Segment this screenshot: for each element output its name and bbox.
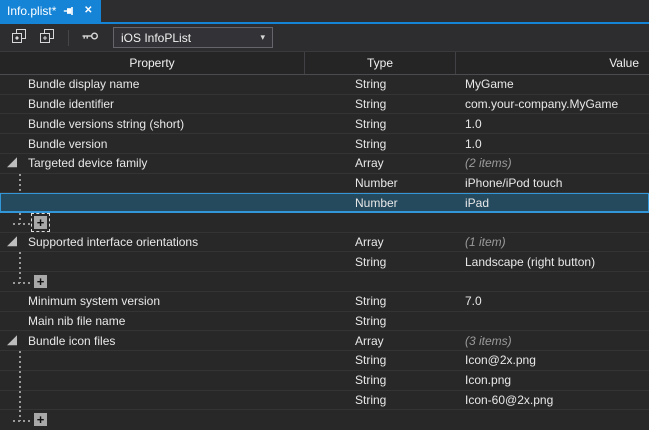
plist-row[interactable]: Bundle version String 1.0: [0, 134, 649, 154]
show-keys-button[interactable]: [79, 27, 101, 49]
tree-dotted-line: [19, 391, 21, 410]
plist-row[interactable]: Main nib file name String: [0, 312, 649, 332]
type-cell: String: [355, 77, 386, 91]
type-cell: String: [355, 373, 386, 387]
value-cell: Landscape (right button): [465, 255, 595, 269]
property-cell: Bundle identifier: [28, 97, 114, 111]
add-item-button[interactable]: +: [34, 275, 47, 288]
property-cell: Bundle version: [28, 137, 107, 151]
toolbar-separator: [68, 30, 69, 46]
plist-row[interactable]: Targeted device family Array (2 items): [0, 154, 649, 174]
plist-row[interactable]: Bundle icon files Array (3 items): [0, 331, 649, 351]
property-cell: Bundle display name: [28, 77, 139, 91]
value-cell: (3 items): [465, 334, 512, 348]
plist-row[interactable]: Supported interface orientations Array (1 …: [0, 233, 649, 253]
type-cell: String: [355, 117, 386, 131]
add-child-entry-button[interactable]: [36, 27, 58, 49]
tab-info-plist[interactable]: Info.plist* ✕: [0, 0, 101, 22]
property-cell: Targeted device family: [28, 156, 147, 170]
type-cell: String: [355, 255, 386, 269]
tree-dotted-line: [13, 420, 33, 422]
add-entry-row[interactable]: +: [0, 213, 649, 233]
type-cell: Array: [355, 156, 384, 170]
grid-header: Property Type Value: [0, 51, 649, 75]
chevron-down-icon: ▾: [260, 32, 265, 43]
plist-row[interactable]: String Icon-60@2x.png: [0, 391, 649, 411]
tree-dotted-line: [19, 174, 21, 193]
value-cell: 1.0: [465, 117, 482, 131]
expander-triangle-icon[interactable]: [7, 335, 17, 345]
add-entry-row[interactable]: +: [0, 410, 649, 430]
type-cell: String: [355, 353, 386, 367]
editor-mode-dropdown[interactable]: iOS InfoPList ▾: [113, 27, 273, 48]
expander-triangle-icon[interactable]: [7, 157, 17, 167]
type-cell: String: [355, 294, 386, 308]
toolbar: iOS InfoPList ▾: [0, 24, 649, 51]
type-cell: Number: [355, 196, 398, 210]
value-cell: iPhone/iPod touch: [465, 176, 562, 190]
value-cell: com.your-company.MyGame: [465, 97, 618, 111]
add-item-button[interactable]: +: [34, 216, 47, 229]
property-cell: Minimum system version: [28, 294, 160, 308]
column-header-property[interactable]: Property: [0, 52, 305, 74]
add-entry-button[interactable]: [8, 27, 30, 49]
value-cell: Icon-60@2x.png: [465, 393, 553, 407]
value-cell: iPad: [465, 196, 489, 210]
plist-row[interactable]: Bundle display name String MyGame: [0, 75, 649, 95]
editor-mode-value: iOS InfoPList: [121, 31, 191, 45]
plist-row[interactable]: Bundle versions string (short) String 1.0: [0, 114, 649, 134]
value-cell: 7.0: [465, 294, 482, 308]
tree-dotted-line: [19, 351, 21, 370]
type-cell: Array: [355, 235, 384, 249]
plist-row[interactable]: Number iPad: [0, 193, 649, 213]
value-cell: Icon.png: [465, 373, 511, 387]
cascade-add-icon: [39, 28, 55, 47]
value-cell: (1 item): [465, 235, 506, 249]
property-cell: Bundle icon files: [28, 334, 115, 348]
type-cell: String: [355, 393, 386, 407]
tree-dotted-line: [19, 371, 21, 390]
property-cell: Supported interface orientations: [28, 235, 198, 249]
cascade-add-icon: [11, 28, 27, 47]
type-cell: String: [355, 314, 386, 328]
type-cell: Array: [355, 334, 384, 348]
pin-icon[interactable]: [63, 5, 75, 17]
value-cell: 1.0: [465, 137, 482, 151]
property-cell: Main nib file name: [28, 314, 125, 328]
type-cell: String: [355, 137, 386, 151]
type-cell: Number: [355, 176, 398, 190]
plist-row[interactable]: Bundle identifier String com.your-company.…: [0, 95, 649, 115]
expander-triangle-icon[interactable]: [7, 236, 17, 246]
plist-row[interactable]: String Icon.png: [0, 371, 649, 391]
tab-title: Info.plist*: [7, 4, 56, 18]
add-item-button[interactable]: +: [34, 413, 47, 426]
plist-row[interactable]: String Landscape (right button): [0, 252, 649, 272]
column-header-type[interactable]: Type: [305, 52, 456, 74]
tree-dotted-line: [13, 282, 33, 284]
value-cell: (2 items): [465, 156, 512, 170]
add-entry-row[interactable]: +: [0, 272, 649, 292]
tab-strip: Info.plist* ✕: [0, 0, 649, 22]
plist-rows: Bundle display name String MyGame Bundle id…: [0, 75, 649, 430]
close-icon[interactable]: ✕: [82, 5, 94, 17]
plist-row[interactable]: String Icon@2x.png: [0, 351, 649, 371]
tree-dotted-line: [19, 252, 21, 271]
type-cell: String: [355, 97, 386, 111]
key-icon: [81, 29, 99, 46]
column-header-value[interactable]: Value: [456, 52, 649, 74]
value-cell: MyGame: [465, 77, 514, 91]
property-cell: Bundle versions string (short): [28, 117, 184, 131]
plist-row[interactable]: Number iPhone/iPod touch: [0, 174, 649, 194]
tree-dotted-line: [13, 223, 33, 225]
value-cell: Icon@2x.png: [465, 353, 536, 367]
plist-row[interactable]: Minimum system version String 7.0: [0, 292, 649, 312]
